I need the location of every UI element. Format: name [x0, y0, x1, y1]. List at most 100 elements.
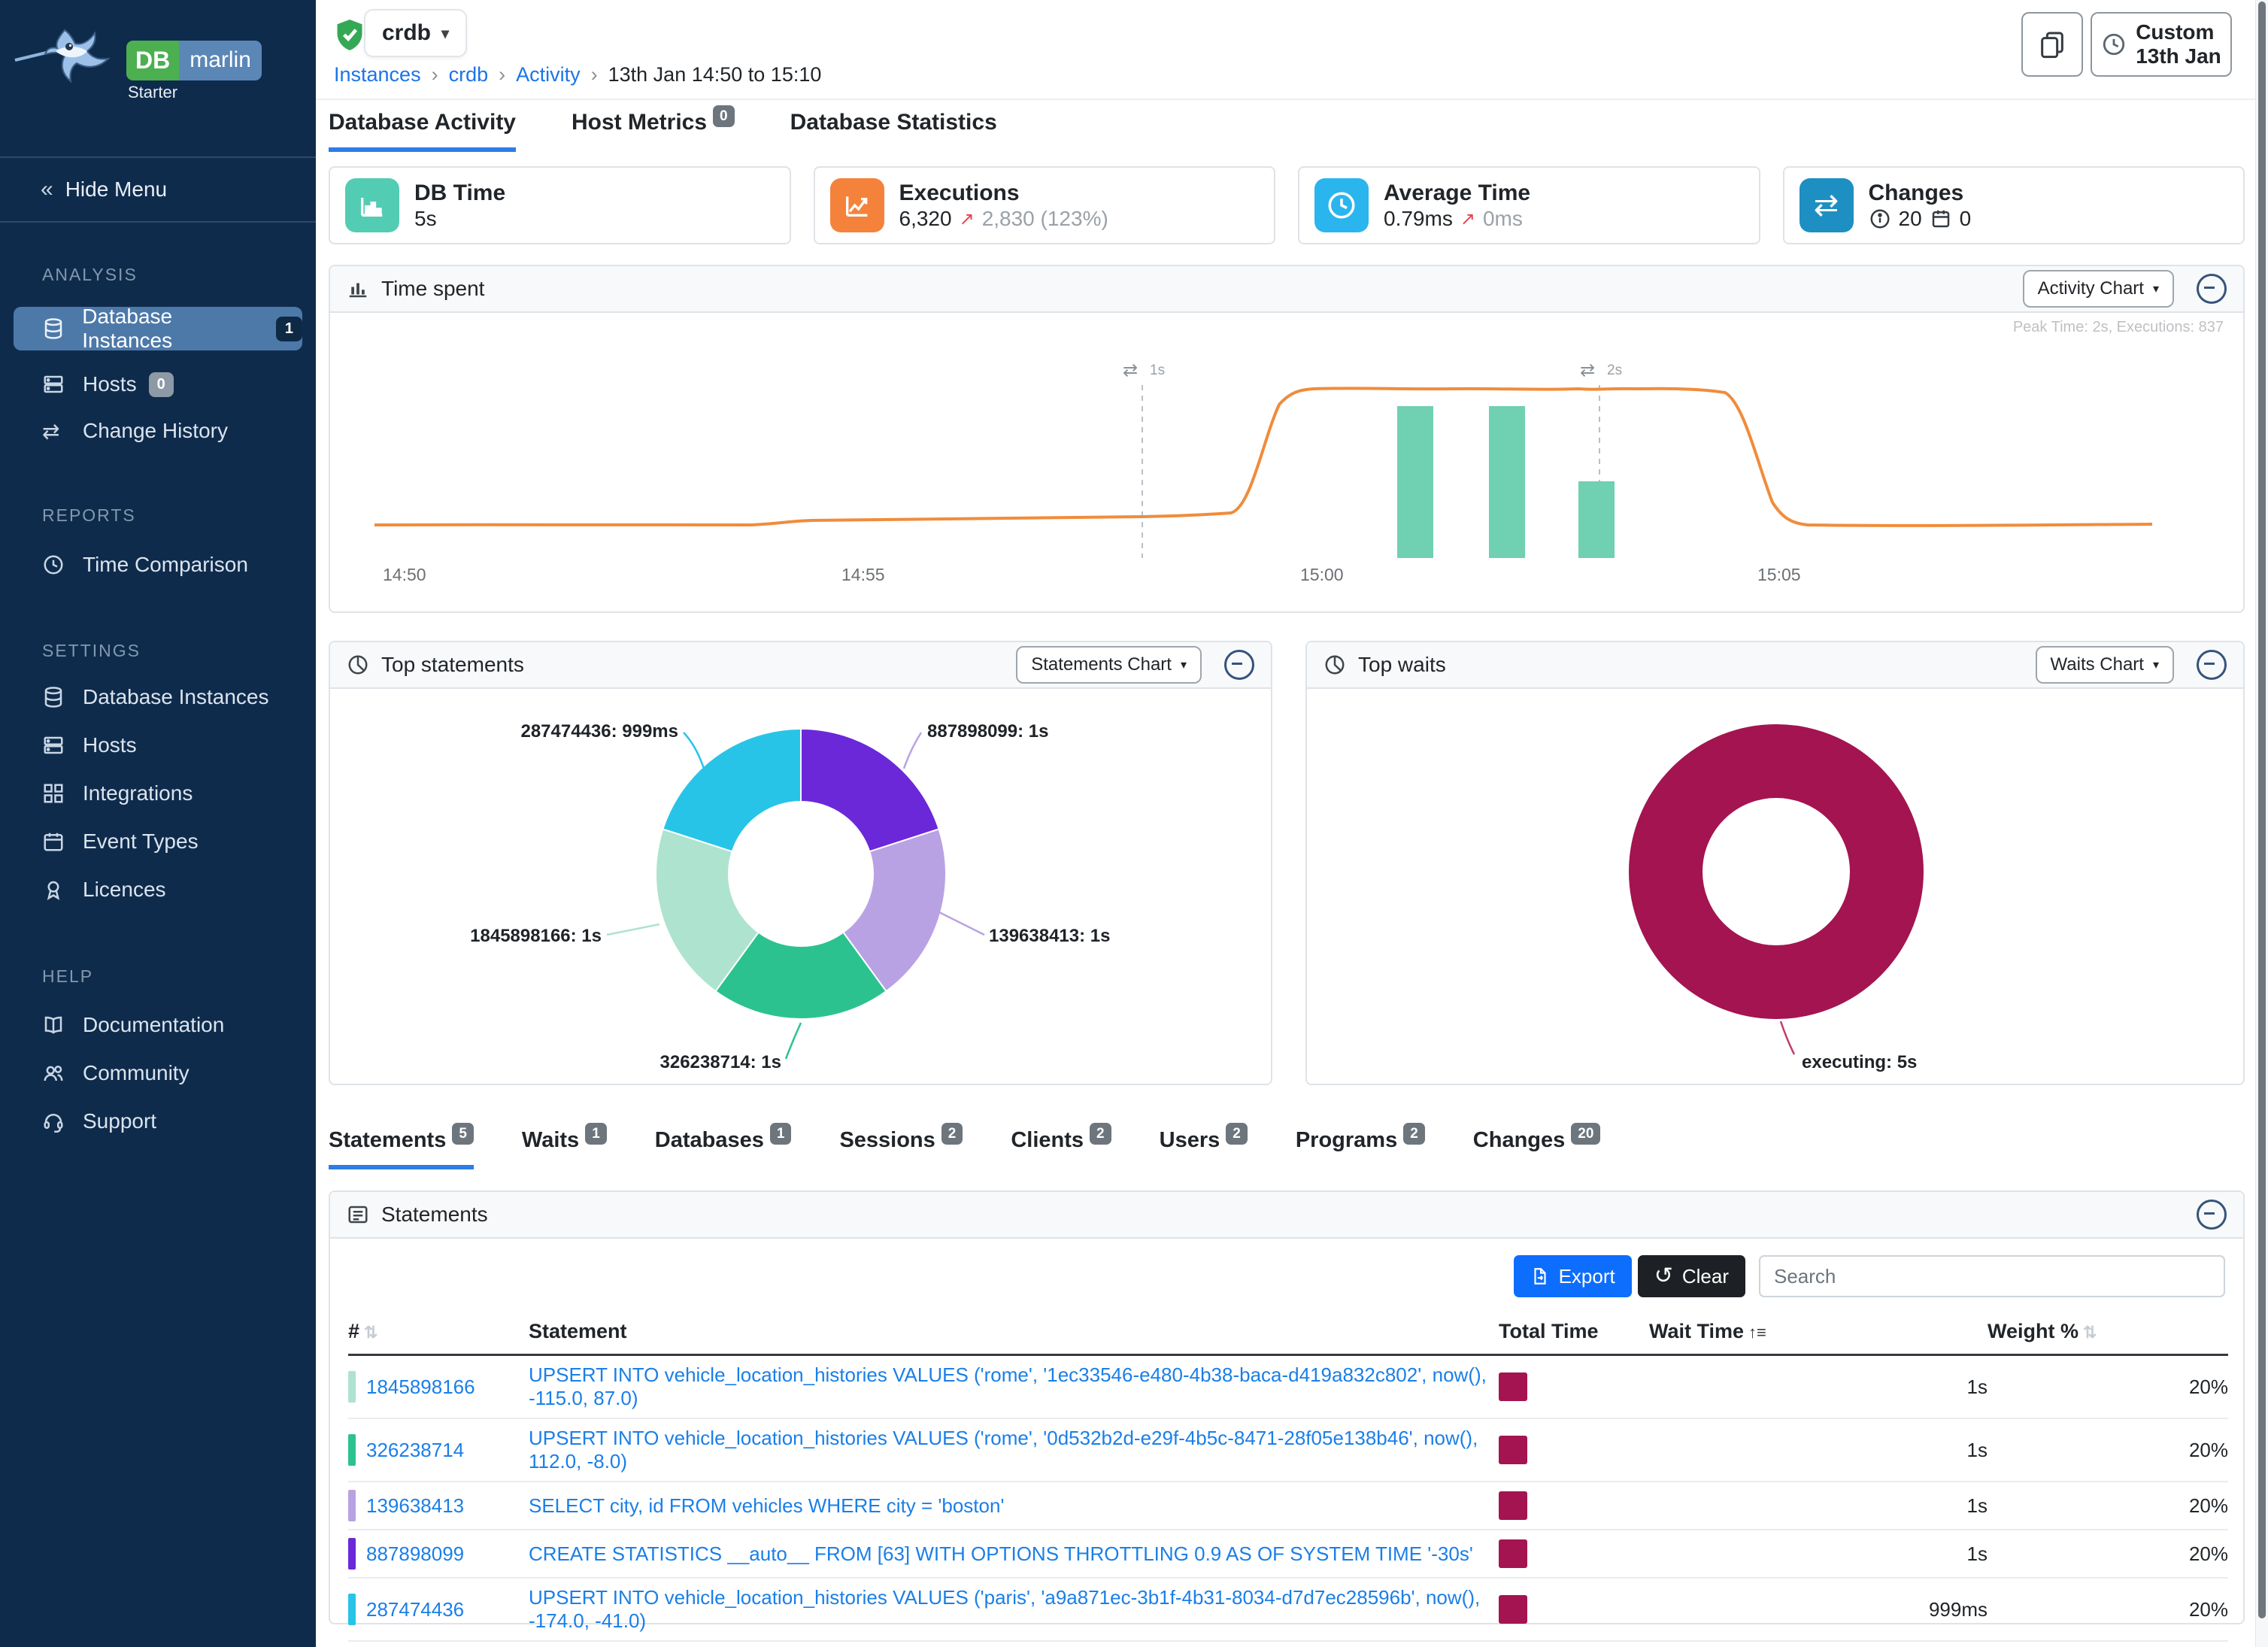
waits-donut-chart[interactable]: executing: 5s: [1307, 689, 2243, 1085]
up-arrow-icon: ↗: [1460, 208, 1475, 230]
event-bar: [1489, 406, 1525, 558]
change-marker-label: 2s: [1607, 362, 1622, 378]
tab-programs[interactable]: Programs2: [1296, 1128, 1425, 1169]
collapse-panel-button[interactable]: [2197, 1200, 2227, 1230]
tab-database-activity[interactable]: Database Activity: [329, 110, 516, 152]
wait-time-value: 1s: [1649, 1355, 1988, 1419]
collapse-panel-button[interactable]: [2197, 650, 2227, 680]
search-input[interactable]: [1759, 1255, 2225, 1297]
tab-host-metrics[interactable]: Host Metrics0: [572, 110, 735, 152]
weight-value: 20%: [1988, 1530, 2228, 1578]
hide-menu-button[interactable]: « Hide Menu: [0, 156, 316, 223]
sidebar-item-settings-database-instances[interactable]: Database Instances: [0, 675, 316, 719]
statements-donut-chart[interactable]: 287474436: 999ms 887898099: 1s 184589816…: [330, 689, 1271, 1085]
col-header-statement[interactable]: Statement: [529, 1312, 1499, 1355]
card-title: Average Time: [1384, 180, 1530, 207]
change-marker-label: 1s: [1150, 362, 1165, 378]
table-row: 887898099 CREATE STATISTICS __auto__ FRO…: [348, 1530, 2228, 1578]
statement-sql-link[interactable]: SELECT city, id FROM vehicles WHERE city…: [529, 1494, 1004, 1517]
exchange-arrows-icon: ⇄: [1800, 178, 1854, 232]
wait-time-value: 1s: [1649, 1418, 1988, 1482]
color-swatch: [348, 1434, 356, 1466]
sidebar-item-documentation[interactable]: Documentation: [0, 1003, 316, 1047]
tab-databases[interactable]: Databases1: [655, 1128, 792, 1169]
server-icon: [42, 373, 66, 396]
collapse-panel-button[interactable]: [1224, 650, 1254, 680]
tab-badge: 1: [585, 1123, 607, 1145]
sidebar-item-event-types[interactable]: Event Types: [0, 820, 316, 863]
breadcrumb-link-instances[interactable]: Instances: [334, 63, 421, 86]
breadcrumb-separator: ›: [499, 63, 505, 86]
breadcrumb-separator: ›: [591, 63, 598, 86]
bar-chart-icon: [347, 278, 369, 300]
statement-id-link[interactable]: 326238714: [366, 1439, 464, 1462]
col-header-total-time[interactable]: Total Time: [1499, 1312, 1649, 1355]
sidebar-item-time-comparison[interactable]: Time Comparison: [0, 543, 316, 587]
time-spent-chart[interactable]: ⇄ 1s ⇄ 2s 14:50 14:55 15:00 15:05: [360, 313, 2216, 599]
activity-chart-dropdown[interactable]: Activity Chart ▾: [2023, 270, 2174, 308]
breadcrumb-separator: ›: [432, 63, 438, 86]
tab-sessions[interactable]: Sessions2: [839, 1128, 963, 1169]
clock-icon: [42, 554, 66, 576]
col-header-num[interactable]: #⇅: [348, 1312, 529, 1355]
sidebar-item-database-instances[interactable]: Database Instances 1: [14, 307, 302, 350]
event-bar: [1578, 481, 1615, 558]
tab-statements[interactable]: Statements5: [329, 1128, 474, 1169]
export-button[interactable]: Export: [1514, 1255, 1632, 1297]
instance-selector[interactable]: crdb ▾: [364, 9, 467, 57]
activity-line: [374, 388, 2152, 526]
tab-badge: 2: [1226, 1123, 1248, 1145]
sidebar-item-support[interactable]: Support: [0, 1100, 316, 1143]
sidebar-item-label: Licences: [83, 878, 166, 902]
tab-users[interactable]: Users2: [1160, 1128, 1248, 1169]
tab-changes[interactable]: Changes20: [1473, 1128, 1601, 1169]
color-swatch: [348, 1594, 356, 1625]
breadcrumb-link-activity[interactable]: Activity: [516, 63, 581, 86]
sidebar-item-hosts[interactable]: Hosts 0: [0, 362, 316, 406]
statement-id-link[interactable]: 887898099: [366, 1542, 464, 1566]
sidebar-item-community[interactable]: Community: [0, 1051, 316, 1095]
clear-button[interactable]: ↺ Clear: [1638, 1255, 1745, 1297]
card-value: 0.79ms: [1384, 207, 1453, 231]
color-swatch: [348, 1490, 356, 1521]
tab-badge: 1: [770, 1123, 792, 1145]
statement-sql-link[interactable]: UPSERT INTO vehicle_location_histories V…: [529, 1586, 1480, 1632]
scrollbar-thumb[interactable]: [2258, 2, 2266, 1618]
panel-header: Statements: [330, 1192, 2243, 1239]
statement-id-link[interactable]: 139638413: [366, 1494, 464, 1518]
clock-icon: [2101, 32, 2127, 57]
statement-id-link[interactable]: 1845898166: [366, 1376, 475, 1399]
tab-waits[interactable]: Waits1: [522, 1128, 607, 1169]
up-arrow-icon: ↗: [960, 208, 975, 230]
breadcrumb-link-crdb[interactable]: crdb: [449, 63, 489, 86]
time-range-button[interactable]: Custom 13th Jan: [2091, 12, 2232, 77]
sidebar-item-change-history[interactable]: ⇄ Change History: [0, 409, 316, 453]
col-header-wait-time[interactable]: Wait Time↑≡: [1649, 1312, 1988, 1355]
card-title: DB Time: [414, 180, 505, 207]
statements-chart-dropdown[interactable]: Statements Chart ▾: [1016, 646, 1202, 684]
statement-sql-link[interactable]: CREATE STATISTICS __auto__ FROM [63] WIT…: [529, 1542, 1473, 1565]
section-reports: REPORTS: [42, 505, 136, 526]
sidebar-item-integrations[interactable]: Integrations: [0, 772, 316, 815]
statement-id-link[interactable]: 287474436: [366, 1598, 464, 1621]
sidebar-item-licences[interactable]: Licences: [0, 868, 316, 911]
tab-clients[interactable]: Clients2: [1011, 1128, 1111, 1169]
copy-link-button[interactable]: [2021, 12, 2083, 77]
detail-tabs: Statements5 Waits1 Databases1 Sessions2 …: [329, 1128, 1600, 1169]
statement-sql-link[interactable]: UPSERT INTO vehicle_location_histories V…: [529, 1363, 1487, 1409]
sidebar-item-settings-hosts[interactable]: Hosts: [0, 723, 316, 767]
col-header-weight[interactable]: Weight %⇅: [1988, 1312, 2228, 1355]
certificate-icon: [42, 878, 66, 901]
tab-badge: 2: [1403, 1123, 1425, 1145]
waits-chart-dropdown[interactable]: Waits Chart ▾: [2036, 646, 2175, 684]
card-changes: ⇄ Changes 20 0: [1783, 166, 2245, 244]
total-time-bar: [1499, 1539, 1527, 1568]
trend-chart-icon: [830, 178, 884, 232]
tab-database-statistics[interactable]: Database Statistics: [790, 110, 997, 152]
collapse-panel-button[interactable]: [2197, 274, 2227, 304]
bar-chart-icon: [345, 178, 399, 232]
donut-label: 326238714: 1s: [660, 1052, 781, 1072]
statement-sql-link[interactable]: UPSERT INTO vehicle_location_histories V…: [529, 1427, 1478, 1473]
database-icon: [42, 317, 65, 340]
logo[interactable]: DBmarlin Starter: [0, 0, 316, 150]
